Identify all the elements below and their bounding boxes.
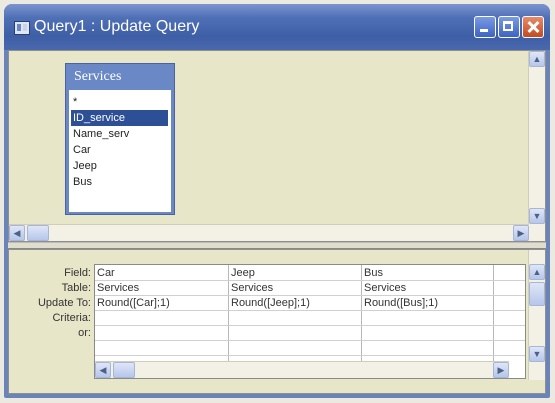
table-pane: Services * ID_service Name_serv Car Jeep…: [8, 50, 546, 242]
window-title: Query1 : Update Query: [34, 18, 200, 35]
field-list-body: * ID_service Name_serv Car Jeep Bus: [69, 90, 171, 212]
row-label-update-to: Update To:: [37, 297, 91, 309]
row-label-criteria: Criteria:: [52, 312, 91, 324]
grid-cell-table[interactable]: Services: [95, 281, 228, 296]
arrow-down-icon: ▼: [532, 349, 542, 359]
grid-cell-table[interactable]: Services: [229, 281, 361, 296]
grid-cell-update-to[interactable]: Round([Jeep];1): [229, 296, 361, 311]
scroll-down-button[interactable]: ▼: [529, 346, 545, 362]
grid-cell-update-to[interactable]: Round([Bus];1): [362, 296, 493, 311]
field-list-item-selected[interactable]: ID_service: [71, 110, 168, 126]
scroll-up-button[interactable]: ▲: [529, 51, 545, 67]
arrow-right-icon: ▶: [517, 228, 525, 238]
grid-cell-field[interactable]: Bus: [362, 266, 493, 281]
scroll-thumb[interactable]: [529, 282, 545, 306]
arrow-up-icon: ▲: [532, 267, 542, 277]
query-icon: [14, 21, 30, 35]
grid-cell-table[interactable]: Services: [362, 281, 493, 296]
scroll-up-button[interactable]: ▲: [529, 264, 545, 280]
design-grid-pane: Field: Table: Update To: Criteria: or: C…: [8, 249, 546, 394]
row-divider: [95, 355, 525, 356]
upper-horizontal-scrollbar[interactable]: ◀ ▶: [9, 224, 529, 241]
grid-cell-field[interactable]: Car: [95, 266, 228, 281]
row-divider: [95, 340, 525, 341]
maximize-button[interactable]: [498, 16, 520, 38]
scroll-thumb[interactable]: [27, 225, 49, 241]
arrow-right-icon: ▶: [497, 365, 505, 375]
row-divider: [95, 325, 525, 326]
pane-splitter[interactable]: [8, 242, 546, 249]
grid-cell-field[interactable]: Jeep: [229, 266, 361, 281]
arrow-up-icon: ▲: [532, 54, 542, 64]
upper-vertical-scrollbar[interactable]: ▲ ▼: [528, 51, 545, 241]
scroll-right-button[interactable]: ▶: [513, 225, 529, 241]
design-grid: Car Services Round([Car];1) Jeep Service…: [94, 264, 526, 379]
scroll-left-button[interactable]: ◀: [9, 225, 25, 241]
field-list-item[interactable]: Name_serv: [71, 126, 129, 142]
arrow-left-icon: ◀: [99, 365, 107, 375]
close-button[interactable]: [522, 16, 544, 38]
minimize-button[interactable]: [474, 16, 496, 38]
grid-cell-update-to[interactable]: Round([Car];1): [95, 296, 228, 311]
grid-horizontal-scrollbar[interactable]: ◀ ▶: [95, 361, 509, 378]
row-label-table: Table:: [61, 282, 91, 294]
field-list-services[interactable]: Services * ID_service Name_serv Car Jeep…: [65, 63, 175, 215]
scroll-thumb[interactable]: [113, 362, 135, 378]
row-label-field: Field:: [64, 267, 91, 279]
title-bar[interactable]: Query1 : Update Query: [4, 4, 550, 50]
field-list-item[interactable]: *: [71, 94, 77, 110]
scroll-left-button[interactable]: ◀: [95, 362, 111, 378]
scroll-right-button[interactable]: ▶: [493, 362, 509, 378]
field-list-item[interactable]: Car: [71, 142, 91, 158]
arrow-left-icon: ◀: [13, 228, 21, 238]
field-list-title[interactable]: Services: [66, 64, 174, 88]
scroll-down-button[interactable]: ▼: [529, 208, 545, 224]
row-label-or: or:: [78, 327, 91, 339]
field-list-item[interactable]: Jeep: [71, 158, 97, 174]
arrow-down-icon: ▼: [532, 211, 542, 221]
query-window: Query1 : Update Query Services * ID_serv…: [4, 4, 550, 398]
field-list-item[interactable]: Bus: [71, 174, 92, 190]
grid-vertical-scrollbar[interactable]: ▲ ▼: [528, 250, 545, 380]
